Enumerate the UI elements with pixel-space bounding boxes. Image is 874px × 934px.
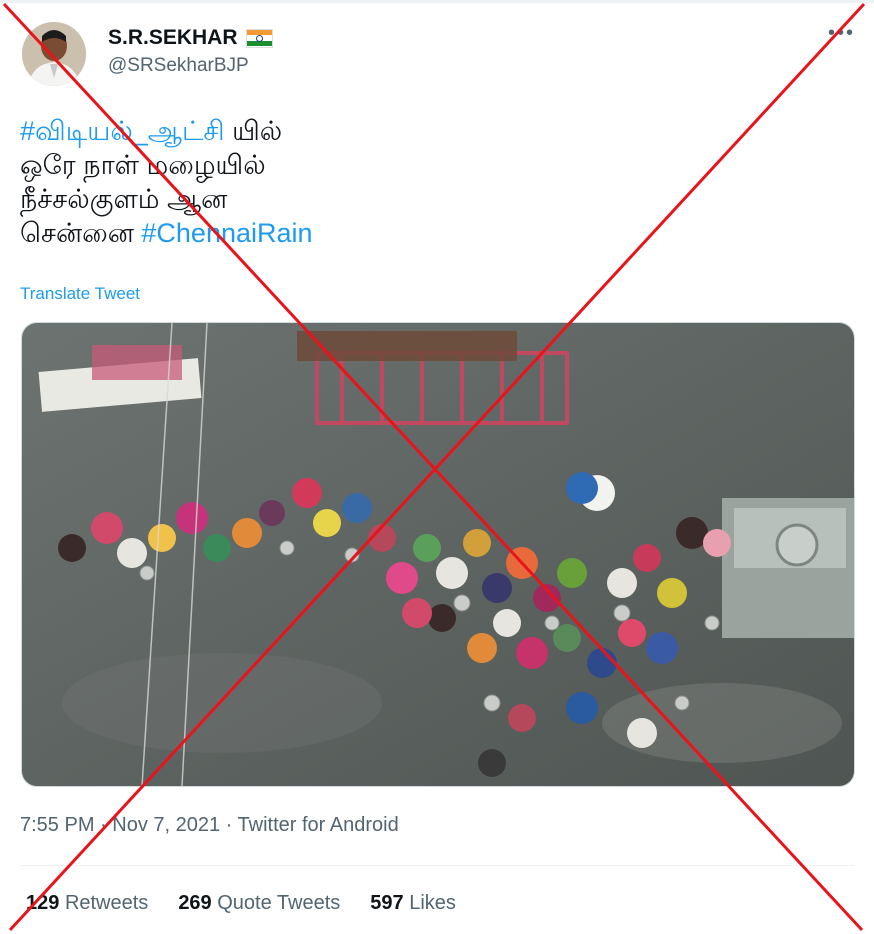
tweet-line2: ஒரே நாள் மழையில்	[20, 150, 266, 180]
top-border	[0, 0, 874, 3]
hashtag-link[interactable]: #விடியல்_ஆட்சி	[20, 116, 225, 146]
tweet-date[interactable]: Nov 7, 2021	[112, 814, 220, 836]
translate-tweet-link[interactable]: Translate Tweet	[20, 284, 140, 304]
retweets-count: 129	[26, 892, 60, 914]
tweet-line4: சென்னை	[20, 218, 142, 248]
likes-label: Likes	[409, 892, 456, 914]
meta-separator: ·	[94, 814, 113, 836]
meta-separator: ·	[220, 814, 238, 836]
likes-count: 597	[370, 892, 404, 914]
quote-tweets-label: Quote Tweets	[217, 892, 341, 914]
quote-tweets-stat[interactable]: 269 Quote Tweets	[178, 892, 340, 915]
author-name-row[interactable]: S.R.SEKHAR	[108, 26, 273, 50]
tweet-media-image[interactable]	[21, 322, 855, 787]
india-flag-icon	[245, 28, 273, 48]
likes-stat[interactable]: 597 Likes	[370, 892, 456, 915]
hashtag-link[interactable]: #ChennaiRain	[141, 218, 312, 248]
tweet-metadata: 7:55 PM · Nov 7, 2021 · Twitter for Andr…	[20, 814, 399, 837]
retweets-label: Retweets	[64, 892, 149, 914]
tweet-line3: நீச்சல்குளம் ஆன	[20, 184, 228, 214]
divider	[20, 865, 854, 866]
tweet-line1-rest: யில்	[224, 116, 283, 146]
more-options-icon[interactable]: •••	[828, 22, 855, 45]
tweet-text: #விடியல்_ஆட்சி யில் ஒரே நாள் மழையில் நீச…	[20, 114, 313, 250]
author-name[interactable]: S.R.SEKHAR	[108, 26, 238, 50]
quote-tweets-count: 269	[178, 892, 212, 914]
tweet-time[interactable]: 7:55 PM	[20, 814, 94, 836]
tweet-source[interactable]: Twitter for Android	[238, 814, 399, 836]
author-handle[interactable]: @SRSekharBJP	[108, 55, 249, 77]
retweets-stat[interactable]: 129 Retweets	[26, 892, 148, 915]
engagement-stats: 129 Retweets 269 Quote Tweets 597 Likes	[26, 892, 456, 915]
avatar[interactable]	[22, 22, 86, 86]
